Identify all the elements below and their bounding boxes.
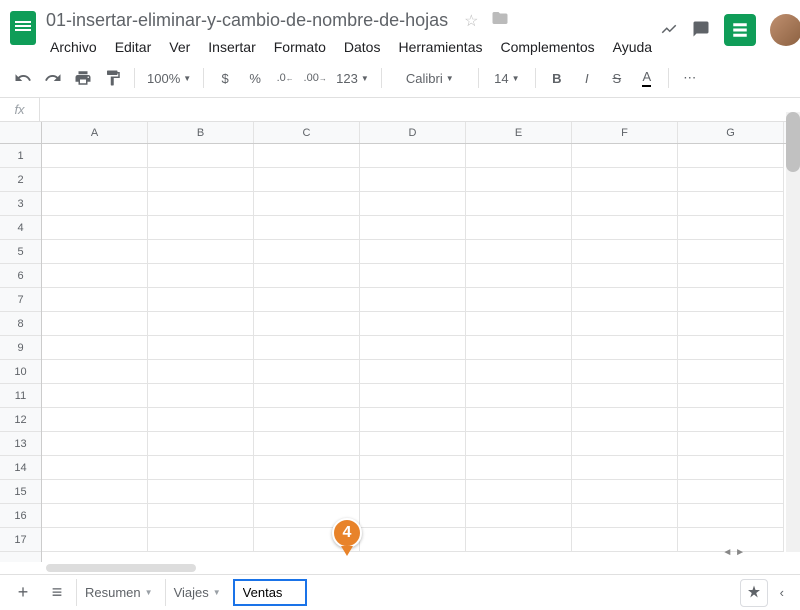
comment-icon[interactable] (692, 20, 710, 41)
menu-formato[interactable]: Formato (266, 35, 334, 59)
chevron-down-icon[interactable]: ▼ (213, 588, 221, 597)
all-sheets-button[interactable]: ≡ (42, 578, 72, 608)
folder-icon[interactable] (491, 9, 509, 32)
menu-insertar[interactable]: Insertar (200, 35, 263, 59)
row-header[interactable]: 6 (0, 264, 41, 288)
row-header[interactable]: 9 (0, 336, 41, 360)
row-header[interactable]: 8 (0, 312, 41, 336)
scroll-arrows[interactable]: ◄ ► (722, 547, 745, 558)
explore-button[interactable] (740, 579, 768, 607)
select-all-corner[interactable] (0, 122, 42, 143)
horizontal-scrollbar[interactable] (46, 564, 196, 572)
row-header[interactable]: 10 (0, 360, 41, 384)
chevron-down-icon[interactable]: ▼ (145, 588, 153, 597)
menu-archivo[interactable]: Archivo (42, 35, 105, 59)
zoom-dropdown[interactable]: 100%▼ (143, 65, 195, 91)
col-header[interactable]: G (678, 122, 784, 143)
row-header[interactable]: 4 (0, 216, 41, 240)
col-header[interactable]: D (360, 122, 466, 143)
row-header[interactable]: 16 (0, 504, 41, 528)
toolbar: 100%▼ $ % .0← .00→ 123▼ Calibri▼ 14▼ B I… (0, 59, 800, 98)
row-header[interactable]: 7 (0, 288, 41, 312)
row-header[interactable]: 2 (0, 168, 41, 192)
side-panel-toggle[interactable]: ‹ (772, 585, 792, 600)
row-header[interactable]: 3 (0, 192, 41, 216)
avatar[interactable] (770, 14, 800, 46)
percent-button[interactable]: % (242, 65, 268, 91)
row-header[interactable]: 1 (0, 144, 41, 168)
spreadsheet-grid[interactable]: A B C D E F G 1 2 3 4 5 6 7 8 9 10 11 12… (0, 122, 800, 562)
italic-button[interactable]: I (574, 65, 600, 91)
menu-ver[interactable]: Ver (161, 35, 198, 59)
print-button[interactable] (70, 65, 96, 91)
star-icon[interactable]: ☆ (464, 11, 478, 31)
row-header[interactable]: 17 (0, 528, 41, 552)
more-toolbar-button[interactable]: ⋯ (677, 65, 703, 91)
sheets-logo[interactable] (10, 8, 36, 48)
callout-badge: 4 (332, 518, 362, 548)
bold-button[interactable]: B (544, 65, 570, 91)
document-title[interactable]: 01-insertar-eliminar-y-cambio-de-nombre-… (42, 8, 452, 33)
row-header[interactable]: 15 (0, 480, 41, 504)
activity-icon[interactable] (660, 20, 678, 41)
menu-editar[interactable]: Editar (107, 35, 160, 59)
row-header[interactable]: 12 (0, 408, 41, 432)
sheet-tab-viajes[interactable]: Viajes ▼ (165, 579, 229, 606)
col-header[interactable]: E (466, 122, 572, 143)
row-header[interactable]: 13 (0, 432, 41, 456)
menu-ayuda[interactable]: Ayuda (605, 35, 660, 59)
sheet-tab-label: Viajes (174, 585, 209, 600)
formula-input[interactable] (40, 98, 800, 121)
text-color-button[interactable]: A (634, 65, 660, 91)
more-formats-dropdown[interactable]: 123▼ (332, 65, 373, 91)
col-header[interactable]: A (42, 122, 148, 143)
menubar: Archivo Editar Ver Insertar Formato Dato… (42, 35, 660, 59)
add-sheet-button[interactable]: + (8, 578, 38, 608)
menu-complementos[interactable]: Complementos (492, 35, 602, 59)
menu-herramientas[interactable]: Herramientas (390, 35, 490, 59)
fx-label: fx (0, 98, 40, 121)
strikethrough-button[interactable]: S (604, 65, 630, 91)
sheet-tab-resumen[interactable]: Resumen ▼ (76, 579, 161, 606)
redo-button[interactable] (40, 65, 66, 91)
col-header[interactable]: B (148, 122, 254, 143)
font-dropdown[interactable]: Calibri▼ (390, 65, 470, 91)
col-header[interactable]: C (254, 122, 360, 143)
row-header[interactable]: 5 (0, 240, 41, 264)
undo-button[interactable] (10, 65, 36, 91)
col-header[interactable]: F (572, 122, 678, 143)
sheet-tab-label: Resumen (85, 585, 141, 600)
row-header[interactable]: 14 (0, 456, 41, 480)
font-size-dropdown[interactable]: 14▼ (487, 65, 527, 91)
menu-datos[interactable]: Datos (336, 35, 389, 59)
paint-format-button[interactable] (100, 65, 126, 91)
row-header[interactable]: 11 (0, 384, 41, 408)
sheet-tab-editing[interactable] (233, 579, 307, 606)
decrease-decimal-button[interactable]: .0← (272, 65, 298, 91)
sheet-rename-input[interactable] (243, 585, 297, 600)
currency-button[interactable]: $ (212, 65, 238, 91)
increase-decimal-button[interactable]: .00→ (302, 65, 328, 91)
share-button[interactable] (724, 14, 756, 46)
tutorial-callout: 4 (332, 518, 362, 558)
vertical-scrollbar[interactable] (786, 112, 800, 552)
